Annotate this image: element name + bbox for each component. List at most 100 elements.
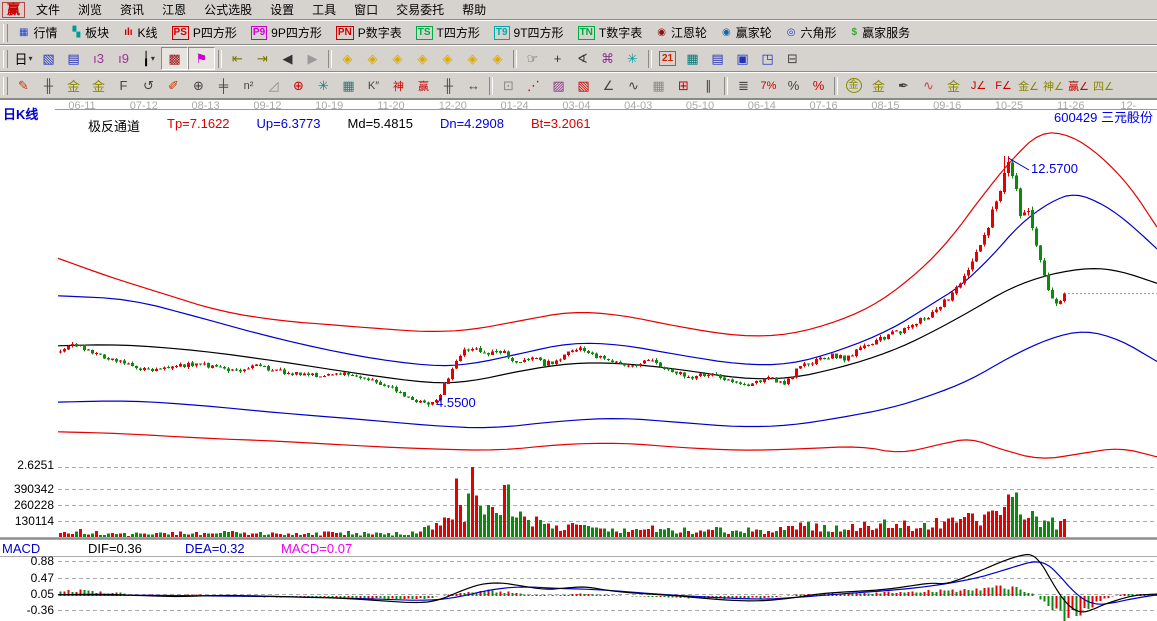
draw-draw-pen-icon[interactable]: ✎: [11, 75, 36, 96]
draw-ruler-123-icon[interactable]: ╫: [436, 75, 461, 96]
tool-export-icon[interactable]: ◳: [755, 48, 780, 69]
toolbar-grip[interactable]: [3, 50, 8, 68]
draw-si-angle-icon[interactable]: 四∠: [1091, 75, 1116, 96]
tool-candle-style-icon[interactable]: ╽▾: [136, 48, 161, 69]
draw-web-tool-icon[interactable]: ✳: [311, 75, 336, 96]
draw-gold-levels-icon[interactable]: 金: [866, 75, 891, 96]
draw-span-measure-icon[interactable]: ↔: [461, 75, 486, 96]
tool-jifan-channel-icon[interactable]: ▩: [161, 47, 188, 70]
tool-period-day-icon[interactable]: 日▾: [11, 48, 36, 69]
tool-gann-diamond-left-icon[interactable]: ◈: [335, 48, 360, 69]
draw-diagonal-box-icon[interactable]: ▧: [571, 75, 596, 96]
tool-channel-view-icon[interactable]: ▧: [36, 48, 61, 69]
menu-item-9[interactable]: 帮助: [453, 2, 495, 18]
draw-fan-lines-icon[interactable]: ⋰: [521, 75, 546, 96]
draw-gann-clock-icon[interactable]: ⊕: [186, 75, 211, 96]
draw-square-numbers-icon[interactable]: n²: [236, 75, 261, 96]
tool-flag-marker-icon[interactable]: ⚑: [188, 47, 215, 70]
tool-gann-diamond-v-icon[interactable]: ◈: [410, 48, 435, 69]
draw-pen-ruler-icon[interactable]: ✒: [891, 75, 916, 96]
draw-percent-lines-icon[interactable]: %: [806, 75, 831, 96]
draw-fan-box-icon[interactable]: ▨: [546, 75, 571, 96]
tool-report-icon[interactable]: ▤: [705, 48, 730, 69]
menu-item-8[interactable]: 交易委托: [387, 2, 453, 18]
draw-draw-pen-2-icon[interactable]: ✐: [161, 75, 186, 96]
draw-web-grid-icon[interactable]: ▦: [336, 75, 361, 96]
draw-zigzag-icon[interactable]: ∿: [621, 75, 646, 96]
toolbar2-item-1[interactable]: ▚板块: [64, 23, 116, 42]
tool-prev-icon[interactable]: ◀: [275, 48, 300, 69]
toolbar-grip[interactable]: [3, 24, 8, 42]
tool-gann-diamond-box-icon[interactable]: ◈: [460, 48, 485, 69]
draw-gold-circle-icon[interactable]: 金: [841, 75, 866, 96]
menu-item-0[interactable]: 文件: [27, 2, 69, 18]
draw-percent-7-icon[interactable]: 7%: [756, 75, 781, 96]
period-label[interactable]: 日K线: [3, 108, 38, 122]
toolbar2-item-10[interactable]: ◉赢家轮: [714, 23, 779, 42]
draw-j-angle-icon[interactable]: J∠: [966, 75, 991, 96]
tool-next-icon[interactable]: ▶: [300, 48, 325, 69]
tool-gann-tool-icon[interactable]: ⌘: [595, 48, 620, 69]
draw-triangle-tool-icon[interactable]: ◿: [261, 75, 286, 96]
toolbar2-item-5[interactable]: PNP数字表: [329, 23, 409, 42]
toolbar2-item-8[interactable]: TNT数字表: [571, 23, 650, 42]
tool-pattern-tool-icon[interactable]: ✳: [620, 48, 645, 69]
tool-gann-diamond-h-icon[interactable]: ◈: [385, 48, 410, 69]
tool-crosshair-tool-icon[interactable]: +: [545, 48, 570, 69]
draw-shen-angle-icon[interactable]: 神∠: [1041, 75, 1066, 96]
draw-f-angle-icon[interactable]: F∠: [991, 75, 1016, 96]
draw-percent-icon[interactable]: %: [781, 75, 806, 96]
tool-calendar-icon[interactable]: 21: [655, 48, 680, 69]
toolbar2-item-6[interactable]: TST四方形: [409, 23, 487, 42]
menu-item-5[interactable]: 设置: [261, 2, 303, 18]
draw-k-mark-icon[interactable]: K″: [361, 75, 386, 96]
stock-label[interactable]: 600429 三元股份: [1054, 111, 1153, 125]
draw-shen-tool-icon[interactable]: 神: [386, 75, 411, 96]
draw-ruler-2-icon[interactable]: ╪: [211, 75, 236, 96]
draw-box-tool-icon[interactable]: ⊡: [496, 75, 521, 96]
toolbar2-item-7[interactable]: T99T四方形: [487, 23, 571, 42]
draw-gold-ruler-2-icon[interactable]: 金: [86, 75, 111, 96]
draw-ying-angle-icon[interactable]: 赢∠: [1066, 75, 1091, 96]
tool-gann-diamond-both-icon[interactable]: ◈: [485, 48, 510, 69]
draw-angle-lines-icon[interactable]: ∠: [596, 75, 621, 96]
draw-ruler-icon[interactable]: ╫: [36, 75, 61, 96]
toolbar2-item-0[interactable]: ▦行情: [11, 23, 64, 42]
tool-last-page-icon[interactable]: ⇥: [250, 48, 275, 69]
toolbar2-item-12[interactable]: $赢家服务: [844, 23, 918, 42]
tool-angle-measure-icon[interactable]: ∢: [570, 48, 595, 69]
tool-bars-9-icon[interactable]: ı9: [111, 48, 136, 69]
menu-item-7[interactable]: 窗口: [345, 2, 387, 18]
tool-hand-tool-icon[interactable]: ☞: [520, 48, 545, 69]
tool-first-page-icon[interactable]: ⇤: [225, 48, 250, 69]
tool-print-icon[interactable]: ⊟: [780, 48, 805, 69]
menu-item-1[interactable]: 浏览: [69, 2, 111, 18]
menu-item-3[interactable]: 江恩: [153, 2, 195, 18]
draw-grid-tool-icon[interactable]: ▦: [646, 75, 671, 96]
draw-gold-angle-icon[interactable]: 金∠: [1016, 75, 1041, 96]
draw-spiral-icon[interactable]: ↺: [136, 75, 161, 96]
tool-save-icon[interactable]: ▣: [730, 48, 755, 69]
draw-gold-ruler-1-icon[interactable]: 金: [61, 75, 86, 96]
draw-parallel-lines-icon[interactable]: ∥: [696, 75, 721, 96]
tool-info-view-icon[interactable]: ▤: [61, 48, 86, 69]
toolbar2-item-3[interactable]: PSP四方形: [165, 23, 244, 42]
tool-gann-diamond-right-icon[interactable]: ◈: [360, 48, 385, 69]
draw-crosshair-circle-icon[interactable]: ⊕: [286, 75, 311, 96]
draw-ying-ruler-icon[interactable]: 赢: [411, 75, 436, 96]
menu-item-4[interactable]: 公式选股: [195, 2, 261, 18]
toolbar2-item-11[interactable]: ◎六角形: [779, 23, 844, 42]
menu-item-2[interactable]: 资讯: [111, 2, 153, 18]
draw-fibonacci-ruler-icon[interactable]: F: [111, 75, 136, 96]
toolbar2-item-9[interactable]: ◉江恩轮: [649, 23, 714, 42]
draw-grid-axis-icon[interactable]: ⊞: [671, 75, 696, 96]
tool-calculator-icon[interactable]: ▦: [680, 48, 705, 69]
toolbar-grip[interactable]: [3, 77, 8, 95]
tool-gann-diamond-cross-icon[interactable]: ◈: [435, 48, 460, 69]
draw-wave-tool-icon[interactable]: ∿: [916, 75, 941, 96]
menu-item-6[interactable]: 工具: [303, 2, 345, 18]
toolbar2-item-4[interactable]: P99P四方形: [244, 23, 329, 42]
toolbar2-item-2[interactable]: ılıK线: [116, 23, 164, 42]
tool-bars-3-icon[interactable]: ı3: [86, 48, 111, 69]
draw-gold-line-icon[interactable]: 金: [941, 75, 966, 96]
